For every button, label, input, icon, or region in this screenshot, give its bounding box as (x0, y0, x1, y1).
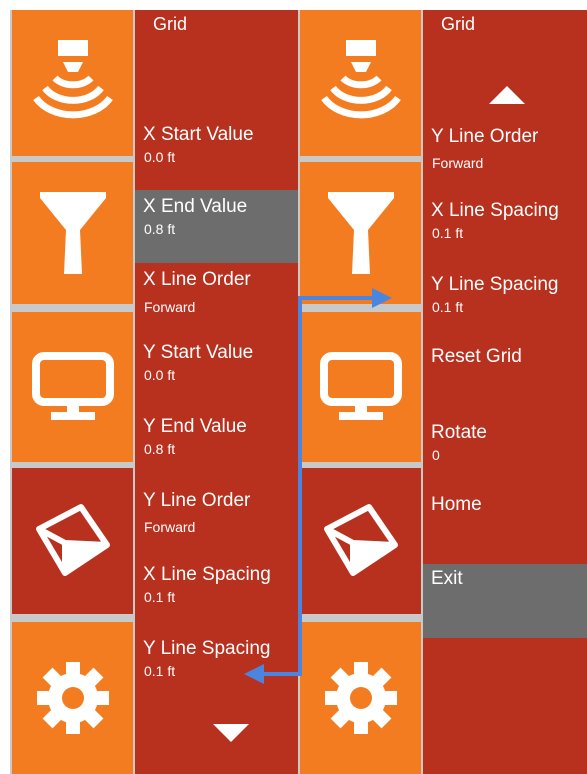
scroll-connector-arrow (244, 288, 392, 684)
